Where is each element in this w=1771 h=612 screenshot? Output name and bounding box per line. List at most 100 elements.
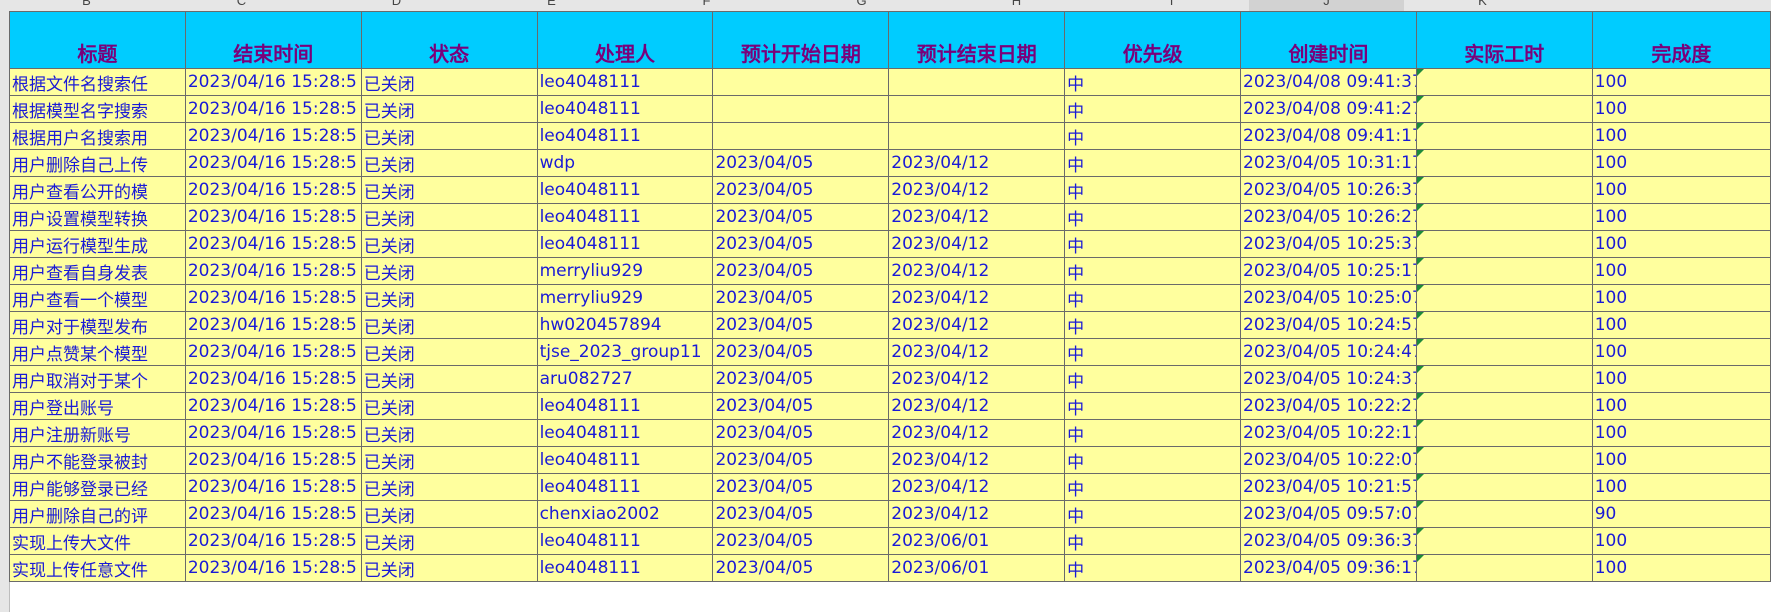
cell-status[interactable]: 已关闭: [360, 95, 538, 123]
column-letter-h[interactable]: H: [939, 0, 1094, 11]
cell-end-time[interactable]: 2023/04/16 15:28:5: [184, 554, 362, 582]
cell-priority[interactable]: 中: [1064, 392, 1242, 420]
cell-completion[interactable]: 100: [1591, 284, 1771, 312]
cell-plan-end[interactable]: 2023/04/12: [888, 500, 1066, 528]
column-letter-k[interactable]: K: [1404, 0, 1561, 11]
cell-handler[interactable]: aru082727: [536, 365, 714, 393]
cell-plan-end[interactable]: 2023/04/12: [888, 311, 1066, 339]
cell-created[interactable]: 2023/04/05 09:36:37: [1240, 527, 1417, 555]
cell-plan-start[interactable]: 2023/04/05: [712, 311, 890, 339]
cell-plan-end[interactable]: [888, 68, 1066, 96]
header-cell-end-time[interactable]: 结束时间: [184, 11, 362, 69]
cell-plan-start[interactable]: 2023/04/05: [712, 446, 890, 474]
cell-plan-start[interactable]: 2023/04/05: [712, 338, 890, 366]
cell-priority[interactable]: 中: [1064, 176, 1242, 204]
cell-plan-end[interactable]: [888, 122, 1066, 150]
cell-plan-end[interactable]: 2023/04/12: [888, 176, 1066, 204]
cell-plan-start[interactable]: 2023/04/05: [712, 203, 890, 231]
cell-plan-start[interactable]: 2023/04/05: [712, 419, 890, 447]
header-cell-title[interactable]: 标题: [9, 11, 186, 69]
cell-created[interactable]: 2023/04/05 10:24:57: [1240, 311, 1417, 339]
cell-status[interactable]: 已关闭: [360, 311, 538, 339]
column-letter-c[interactable]: C: [164, 0, 319, 11]
cell-priority[interactable]: 中: [1064, 473, 1242, 501]
cell-end-time[interactable]: 2023/04/16 15:28:5: [184, 149, 362, 177]
cell-plan-start[interactable]: 2023/04/05: [712, 392, 890, 420]
cell-end-time[interactable]: 2023/04/16 15:28:5: [184, 419, 362, 447]
header-cell-priority[interactable]: 优先级: [1064, 11, 1242, 69]
cell-completion[interactable]: 100: [1591, 122, 1771, 150]
cell-handler[interactable]: leo4048111: [536, 446, 714, 474]
cell-end-time[interactable]: 2023/04/16 15:28:5: [184, 230, 362, 258]
cell-priority[interactable]: 中: [1064, 527, 1242, 555]
cell-handler[interactable]: hw020457894: [536, 311, 714, 339]
cell-completion[interactable]: 100: [1591, 311, 1771, 339]
cell-status[interactable]: 已关闭: [360, 122, 538, 150]
cell-priority[interactable]: 中: [1064, 338, 1242, 366]
cell-end-time[interactable]: 2023/04/16 15:28:5: [184, 311, 362, 339]
cell-plan-end[interactable]: 2023/04/12: [888, 230, 1066, 258]
cell-title[interactable]: 用户设置模型转换: [9, 203, 186, 231]
cell-handler[interactable]: leo4048111: [536, 554, 714, 582]
cell-priority[interactable]: 中: [1064, 554, 1242, 582]
cell-title[interactable]: 用户查看公开的模: [9, 176, 186, 204]
cell-actual-hours[interactable]: [1415, 365, 1593, 393]
cell-end-time[interactable]: 2023/04/16 15:28:5: [184, 203, 362, 231]
cell-actual-hours[interactable]: [1415, 392, 1593, 420]
column-letter-e[interactable]: E: [474, 0, 629, 11]
cell-completion[interactable]: 100: [1591, 149, 1771, 177]
header-cell-plan-start[interactable]: 预计开始日期: [712, 11, 890, 69]
cell-plan-end[interactable]: 2023/04/12: [888, 419, 1066, 447]
cell-plan-end[interactable]: 2023/04/12: [888, 338, 1066, 366]
cell-completion[interactable]: 90: [1591, 500, 1771, 528]
cell-completion[interactable]: 100: [1591, 419, 1771, 447]
cell-completion[interactable]: 100: [1591, 392, 1771, 420]
cell-completion[interactable]: 100: [1591, 68, 1771, 96]
cell-status[interactable]: 已关闭: [360, 473, 538, 501]
cell-priority[interactable]: 中: [1064, 284, 1242, 312]
cell-created[interactable]: 2023/04/08 09:41:27: [1240, 95, 1417, 123]
cell-status[interactable]: 已关闭: [360, 284, 538, 312]
cell-end-time[interactable]: 2023/04/16 15:28:5: [184, 473, 362, 501]
cell-actual-hours[interactable]: [1415, 500, 1593, 528]
cell-actual-hours[interactable]: [1415, 68, 1593, 96]
cell-title[interactable]: 根据文件名搜索任: [9, 68, 186, 96]
cell-title[interactable]: 用户查看自身发表: [9, 257, 186, 285]
cell-title[interactable]: 用户删除自己上传: [9, 149, 186, 177]
cell-end-time[interactable]: 2023/04/16 15:28:5: [184, 338, 362, 366]
cell-actual-hours[interactable]: [1415, 446, 1593, 474]
cell-end-time[interactable]: 2023/04/16 15:28:5: [184, 500, 362, 528]
header-cell-completion[interactable]: 完成度: [1591, 11, 1771, 69]
cell-handler[interactable]: leo4048111: [536, 95, 714, 123]
cell-title[interactable]: 用户不能登录被封: [9, 446, 186, 474]
cell-plan-start[interactable]: [712, 122, 890, 150]
cell-actual-hours[interactable]: [1415, 284, 1593, 312]
cell-actual-hours[interactable]: [1415, 338, 1593, 366]
column-letter-f[interactable]: F: [629, 0, 784, 11]
cell-end-time[interactable]: 2023/04/16 15:28:5: [184, 122, 362, 150]
cell-handler[interactable]: leo4048111: [536, 176, 714, 204]
cell-handler[interactable]: tjse_2023_group11: [536, 338, 714, 366]
cell-end-time[interactable]: 2023/04/16 15:28:5: [184, 176, 362, 204]
cell-created[interactable]: 2023/04/05 10:25:07: [1240, 284, 1417, 312]
cell-end-time[interactable]: 2023/04/16 15:28:5: [184, 446, 362, 474]
cell-priority[interactable]: 中: [1064, 311, 1242, 339]
cell-status[interactable]: 已关闭: [360, 500, 538, 528]
cell-status[interactable]: 已关闭: [360, 203, 538, 231]
cell-handler[interactable]: leo4048111: [536, 419, 714, 447]
cell-completion[interactable]: 100: [1591, 446, 1771, 474]
cell-created[interactable]: 2023/04/05 10:25:37: [1240, 230, 1417, 258]
cell-plan-end[interactable]: [888, 95, 1066, 123]
cell-end-time[interactable]: 2023/04/16 15:28:5: [184, 257, 362, 285]
cell-title[interactable]: 用户删除自己的评: [9, 500, 186, 528]
cell-plan-end[interactable]: 2023/04/12: [888, 392, 1066, 420]
cell-end-time[interactable]: 2023/04/16 15:28:5: [184, 284, 362, 312]
cell-completion[interactable]: 100: [1591, 473, 1771, 501]
cell-created[interactable]: 2023/04/05 10:25:17: [1240, 257, 1417, 285]
cell-status[interactable]: 已关闭: [360, 446, 538, 474]
cell-handler[interactable]: merryliu929: [536, 257, 714, 285]
cell-completion[interactable]: 100: [1591, 230, 1771, 258]
cell-plan-start[interactable]: 2023/04/05: [712, 527, 890, 555]
cell-plan-start[interactable]: 2023/04/05: [712, 230, 890, 258]
cell-end-time[interactable]: 2023/04/16 15:28:5: [184, 527, 362, 555]
